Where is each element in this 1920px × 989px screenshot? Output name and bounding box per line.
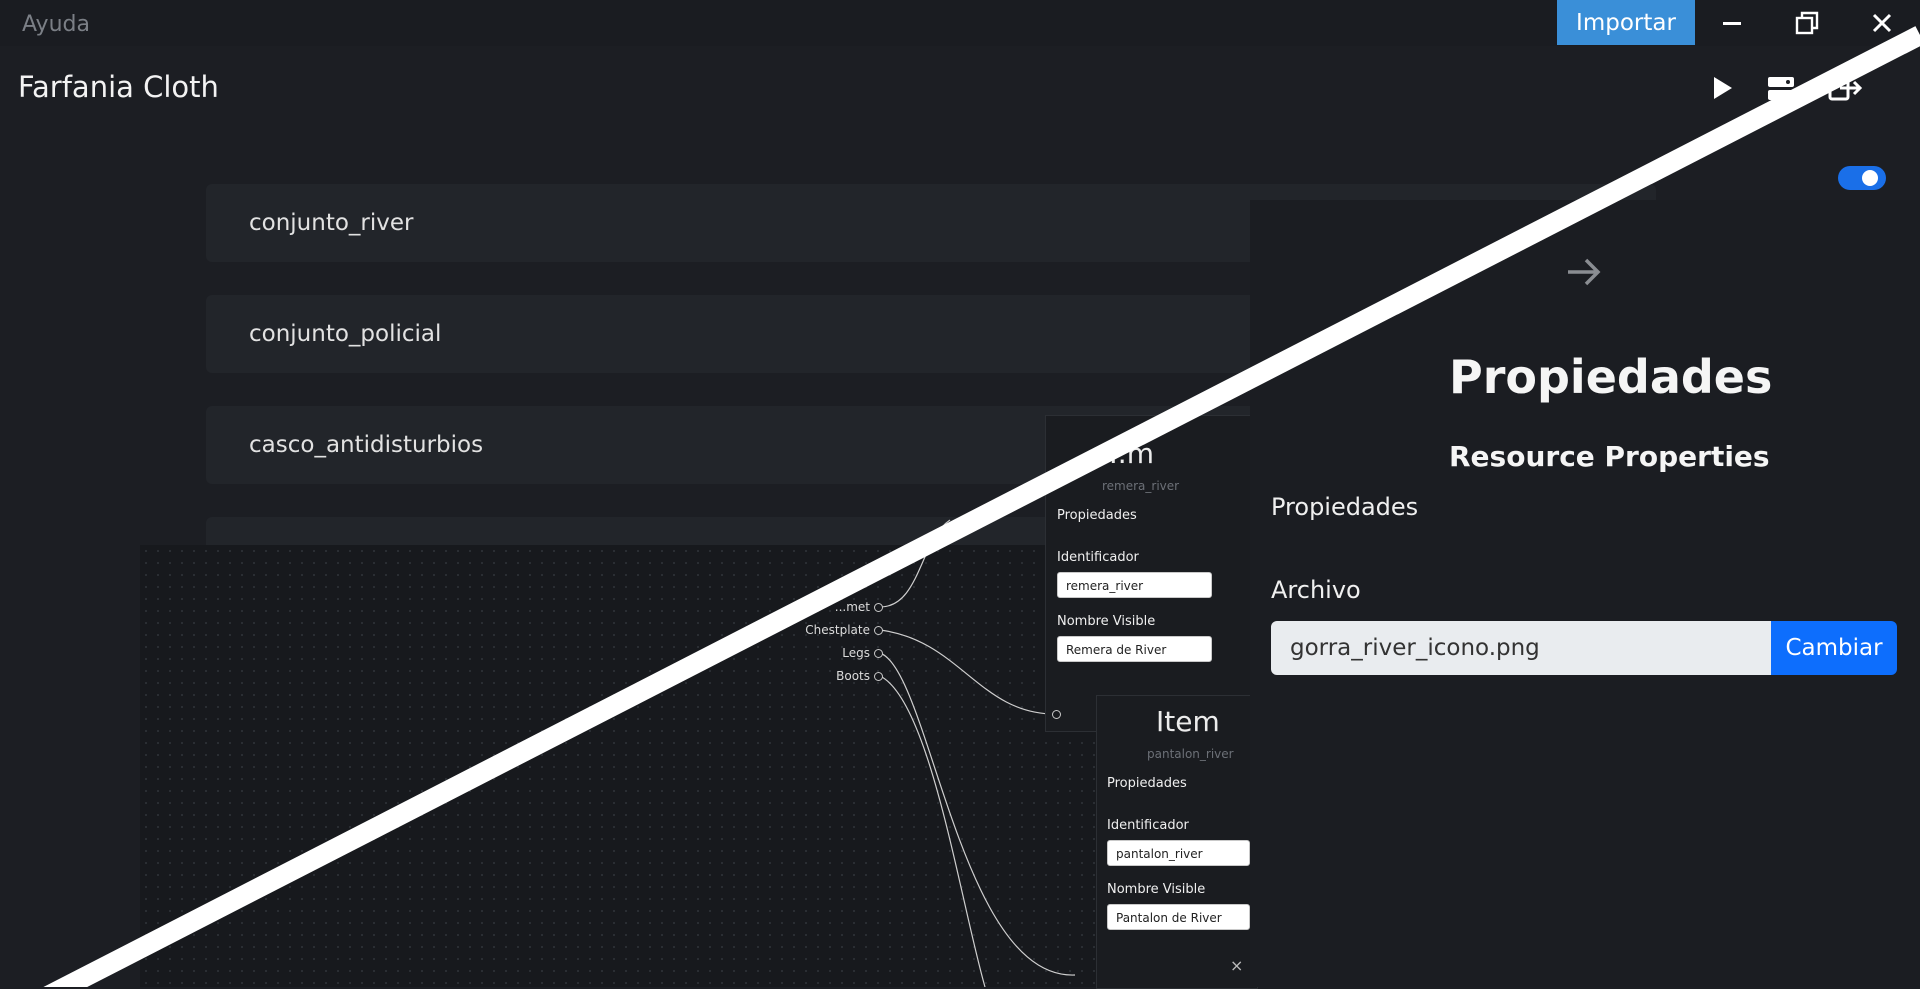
node-subtitle: pantalon_river <box>1147 747 1234 761</box>
node-section-label: Propiedades <box>1057 508 1137 523</box>
node-id-input[interactable]: remera_river <box>1057 572 1212 598</box>
node-id-label: Identificador <box>1107 818 1189 833</box>
pin-label-helmet: ...met <box>834 600 870 614</box>
file-label: Archivo <box>1271 576 1361 604</box>
section-title: Resource Properties <box>1449 440 1770 473</box>
node-section-label: Propiedades <box>1107 776 1187 791</box>
node-title: ...m <box>1100 437 1154 470</box>
change-file-button[interactable]: Cambiar <box>1771 621 1897 675</box>
node-name-input[interactable]: Pantalon de River <box>1107 904 1250 930</box>
arrow-right-icon[interactable] <box>1566 255 1602 293</box>
node-name-label: Nombre Visible <box>1057 614 1156 629</box>
toggle-knob <box>1862 170 1878 186</box>
pin-legs[interactable] <box>874 649 883 658</box>
node-name-input[interactable]: Remera de River <box>1057 636 1212 662</box>
pin-label-chestplate: Chestplate <box>805 623 870 637</box>
node-id-label: Identificador <box>1057 550 1139 565</box>
pin-label-boots: Boots <box>836 669 870 683</box>
pin-chestplate[interactable] <box>874 626 883 635</box>
file-field[interactable]: gorra_river_icono.png <box>1271 621 1771 675</box>
pin-boots[interactable] <box>874 672 883 681</box>
properties-label: Propiedades <box>1271 493 1419 521</box>
node-name-label: Nombre Visible <box>1107 882 1206 897</box>
pin-label-legs: Legs <box>842 646 870 660</box>
node-subtitle: remera_river <box>1102 479 1180 493</box>
node-close-icon[interactable]: × <box>1230 956 1243 975</box>
node-input-pin[interactable] <box>1052 710 1061 719</box>
node-id-input[interactable]: pantalon_river <box>1107 840 1250 866</box>
pin-helmet[interactable] <box>874 603 883 612</box>
page-title: Propiedades <box>1449 350 1773 404</box>
node-title: Item <box>1156 705 1220 738</box>
